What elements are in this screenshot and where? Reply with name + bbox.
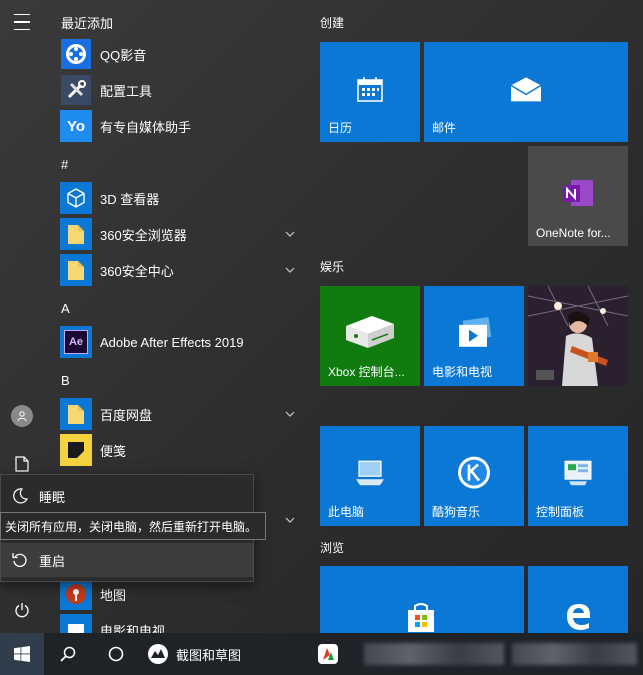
tile-label: 控制面板 bbox=[536, 505, 585, 519]
xbox-console-icon bbox=[346, 316, 394, 348]
tile-label: 邮件 bbox=[432, 121, 457, 135]
tile-movies-tv[interactable]: 电影和电视 bbox=[424, 286, 524, 386]
folder-icon bbox=[60, 254, 92, 286]
chevron-down-icon[interactable] bbox=[284, 514, 296, 526]
qq-player-icon bbox=[60, 38, 92, 70]
tile-label: Xbox 控制台... bbox=[328, 365, 405, 379]
chevron-down-icon[interactable] bbox=[284, 228, 296, 240]
app-item-sticky-notes[interactable]: 便笺 bbox=[44, 432, 302, 468]
start-button[interactable] bbox=[0, 633, 44, 675]
tile-label: 日历 bbox=[328, 121, 353, 135]
app-label: 地图 bbox=[100, 587, 127, 603]
folder-icon bbox=[60, 398, 92, 430]
app-item-360-security[interactable]: 360安全中心 bbox=[44, 252, 302, 288]
tile-onenote[interactable]: OneNote for... bbox=[528, 146, 628, 246]
app-label: 360安全中心 bbox=[100, 263, 174, 279]
folder-icon bbox=[60, 218, 92, 250]
computer-icon bbox=[356, 460, 384, 486]
tools-icon bbox=[60, 74, 92, 106]
icon-text: Yo bbox=[66, 117, 86, 135]
app-label: Adobe After Effects 2019 bbox=[100, 334, 244, 350]
app-item-baidu-netdisk[interactable]: 百度网盘 bbox=[44, 396, 302, 432]
app-label: 百度网盘 bbox=[100, 407, 153, 423]
chevron-down-icon[interactable] bbox=[284, 408, 296, 420]
snip-sketch-taskbar-item[interactable]: 截图和草图 bbox=[146, 633, 256, 675]
tile-label: 电影和电视 bbox=[432, 365, 493, 379]
windows-logo-icon bbox=[14, 646, 30, 662]
3d-cube-icon bbox=[60, 182, 92, 214]
tile-group-title: 创建 bbox=[320, 16, 345, 30]
tile-label: 此电脑 bbox=[328, 505, 365, 519]
tile-store[interactable] bbox=[320, 566, 524, 633]
calendar-icon bbox=[357, 77, 383, 102]
app-label: 360安全浏览器 bbox=[100, 227, 187, 243]
app-label: 3D 查看器 bbox=[100, 191, 160, 207]
tile-label: 酷狗音乐 bbox=[432, 505, 481, 519]
tile-group-title: 浏览 bbox=[320, 541, 345, 555]
moon-icon bbox=[13, 488, 29, 504]
taskbar-app-1[interactable] bbox=[308, 633, 348, 675]
app-icon bbox=[318, 644, 338, 664]
section-header: A bbox=[61, 301, 70, 316]
task-view-button[interactable] bbox=[96, 633, 136, 675]
tile-mail[interactable]: 邮件 bbox=[424, 42, 628, 142]
hamburger-menu-icon[interactable] bbox=[0, 2, 44, 42]
kugou-icon bbox=[458, 456, 490, 489]
app-label: 便笺 bbox=[100, 443, 127, 459]
media-assistant-icon: Yo bbox=[60, 110, 92, 142]
app-item-qq-player[interactable]: QQ影音 bbox=[44, 36, 302, 72]
restart-icon bbox=[12, 553, 27, 567]
app-label: 配置工具 bbox=[100, 83, 153, 99]
tile-photo[interactable] bbox=[528, 286, 628, 386]
section-header: 最近添加 bbox=[61, 16, 114, 31]
control-panel-icon bbox=[564, 460, 592, 486]
sleep-option[interactable]: 睡眠 bbox=[1, 479, 253, 513]
concert-photo-image bbox=[528, 286, 628, 386]
tile-group-title: 娱乐 bbox=[320, 260, 345, 274]
tile-label: OneNote for... bbox=[536, 226, 611, 240]
tile-this-pc[interactable]: 此电脑 bbox=[320, 426, 420, 526]
app-label: 电影和电视 bbox=[100, 623, 166, 634]
mail-icon bbox=[510, 77, 542, 102]
app-item-after-effects[interactable]: Ae Adobe After Effects 2019 bbox=[44, 324, 302, 360]
after-effects-icon: Ae bbox=[60, 326, 92, 358]
edge-icon bbox=[567, 604, 590, 630]
icon-text: Ae bbox=[68, 336, 84, 348]
chevron-down-icon[interactable] bbox=[284, 264, 296, 276]
user-avatar-icon[interactable] bbox=[0, 396, 44, 436]
blurred-taskbar-items bbox=[364, 643, 504, 665]
tile-kugou-music[interactable]: 酷狗音乐 bbox=[424, 426, 524, 526]
taskbar: 截图和草图 bbox=[0, 633, 643, 675]
store-icon bbox=[408, 603, 434, 632]
search-button[interactable] bbox=[48, 633, 88, 675]
tile-calendar[interactable]: 日历 bbox=[320, 42, 420, 142]
section-header: # bbox=[61, 157, 69, 172]
tile-edge[interactable] bbox=[528, 566, 628, 633]
app-item-360-browser[interactable]: 360安全浏览器 bbox=[44, 216, 302, 252]
tile-xbox[interactable]: Xbox 控制台... bbox=[320, 286, 420, 386]
restart-tooltip: 关闭所有应用，关闭电脑，然后重新打开电脑。 bbox=[0, 512, 266, 540]
restart-option[interactable]: 重启 bbox=[1, 543, 253, 577]
search-icon bbox=[60, 646, 76, 662]
blurred-taskbar-items bbox=[512, 643, 637, 665]
app-item-media-assistant[interactable]: Yo 有专自媒体助手 bbox=[44, 108, 302, 144]
app-item-3d-viewer[interactable]: 3D 查看器 bbox=[44, 180, 302, 216]
section-header: B bbox=[61, 373, 70, 388]
snip-sketch-label: 截图和草图 bbox=[176, 647, 242, 663]
sticky-notes-icon bbox=[60, 434, 92, 466]
app-label: QQ影音 bbox=[100, 47, 147, 63]
tile-control-panel[interactable]: 控制面板 bbox=[528, 426, 628, 526]
movies-tv-icon bbox=[459, 317, 492, 347]
app-item-movies-tv[interactable]: 电影和电视 bbox=[44, 612, 302, 633]
app-item-config-tool[interactable]: 配置工具 bbox=[44, 72, 302, 108]
app-label: 有专自媒体助手 bbox=[100, 119, 192, 135]
snip-sketch-icon bbox=[148, 644, 168, 664]
restart-label: 重启 bbox=[39, 553, 66, 569]
maps-icon bbox=[60, 578, 92, 610]
movies-tv-icon bbox=[60, 614, 92, 633]
sleep-label: 睡眠 bbox=[39, 489, 66, 505]
power-icon[interactable] bbox=[0, 590, 44, 630]
onenote-icon bbox=[563, 180, 593, 206]
cortana-circle-icon bbox=[108, 646, 124, 662]
